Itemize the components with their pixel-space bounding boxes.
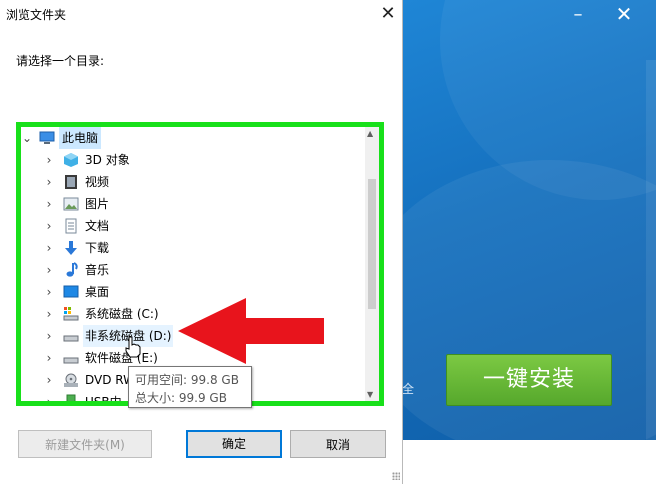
tree-item-label: 下载 [85,241,110,255]
music-icon [66,262,78,277]
chevron-right-icon[interactable]: › [43,259,55,281]
tree-item-label: 图片 [85,197,110,211]
background-wave [440,0,656,200]
video-icon [65,175,77,189]
downloads-icon [65,241,77,255]
documents-icon [65,218,77,234]
dvd-drive-icon [64,373,78,387]
cancel-button[interactable]: 取消 [290,430,386,458]
chevron-right-icon[interactable]: › [43,325,55,347]
tree-item-pictures[interactable]: › 图片 [21,193,361,215]
chevron-right-icon[interactable]: › [43,347,55,369]
new-folder-button[interactable]: 新建文件夹(M) [18,430,152,458]
chevron-right-icon[interactable]: › [43,149,55,171]
ok-button[interactable]: 确定 [186,430,282,458]
tree-item-documents[interactable]: › 文档 [21,215,361,237]
system-drive-icon [63,307,79,321]
drive-tooltip: 可用空间: 99.8 GB 总大小: 99.9 GB [128,366,252,408]
tree-item-label: 音乐 [85,263,110,277]
installer-window: – ✕ 全 一键安装 [400,0,656,440]
chevron-right-icon[interactable]: › [43,237,55,259]
tree-item-label: 此电脑 [59,127,102,149]
dialog-prompt: 请选择一个目录: [16,54,105,68]
installer-close-button[interactable]: ✕ [612,4,636,24]
resize-grip-icon[interactable] [392,472,400,480]
one-click-install-button[interactable]: 一键安装 [446,354,612,406]
chevron-down-icon[interactable]: ⌄ [21,127,33,149]
window-edge [646,60,656,440]
installer-partial-text: 全 [402,382,415,396]
chevron-right-icon[interactable]: › [43,215,55,237]
tree-item-label: 视频 [85,175,110,189]
computer-icon [39,131,55,144]
tree-item-label: 文档 [85,219,110,233]
usb-drive-icon [66,394,76,401]
drive-icon [63,357,79,364]
scroll-up-arrow-icon[interactable]: ▲ [367,129,373,138]
3d-objects-icon [64,153,78,167]
scroll-down-arrow-icon[interactable]: ▼ [367,390,373,399]
dialog-title: 浏览文件夹 [6,8,67,22]
chevron-right-icon[interactable]: › [43,391,55,401]
tree-item-label: 3D 对象 [85,153,130,167]
tree-item-downloads[interactable]: › 下载 [21,237,361,259]
tooltip-total-size: 总大小: 99.9 GB [135,391,227,405]
chevron-right-icon[interactable]: › [43,281,55,303]
close-button[interactable]: ✕ [376,2,400,26]
chevron-right-icon[interactable]: › [43,369,55,391]
browse-folder-dialog: 浏览文件夹 ✕ 请选择一个目录: ⌄ 此电脑 › 3D 对象 › 视频 › 图片… [0,0,403,484]
chevron-right-icon[interactable]: › [43,303,55,325]
tree-item-videos[interactable]: › 视频 [21,171,361,193]
scrollbar-thumb[interactable] [368,179,376,309]
hand-cursor-icon [125,336,141,358]
chevron-right-icon[interactable]: › [43,193,55,215]
tree-item-this-pc[interactable]: ⌄ 此电脑 [21,127,141,149]
minimize-button[interactable]: – [566,6,590,26]
tooltip-free-space: 可用空间: 99.8 GB [135,373,239,387]
chevron-right-icon[interactable]: › [43,171,55,193]
pictures-icon [63,197,79,211]
drive-icon [63,335,79,342]
tree-item-3d-objects[interactable]: › 3D 对象 [21,149,361,171]
tree-item-label: USB内 [85,395,122,406]
tree-item-label: 系统磁盘 (C:) [85,307,159,321]
tree-item-music[interactable]: › 音乐 [21,259,361,281]
desktop-icon [63,285,79,298]
red-arrow-annotation [178,298,324,364]
tree-item-label: 桌面 [85,285,110,299]
vertical-scrollbar[interactable]: ▲ ▼ [365,127,379,401]
